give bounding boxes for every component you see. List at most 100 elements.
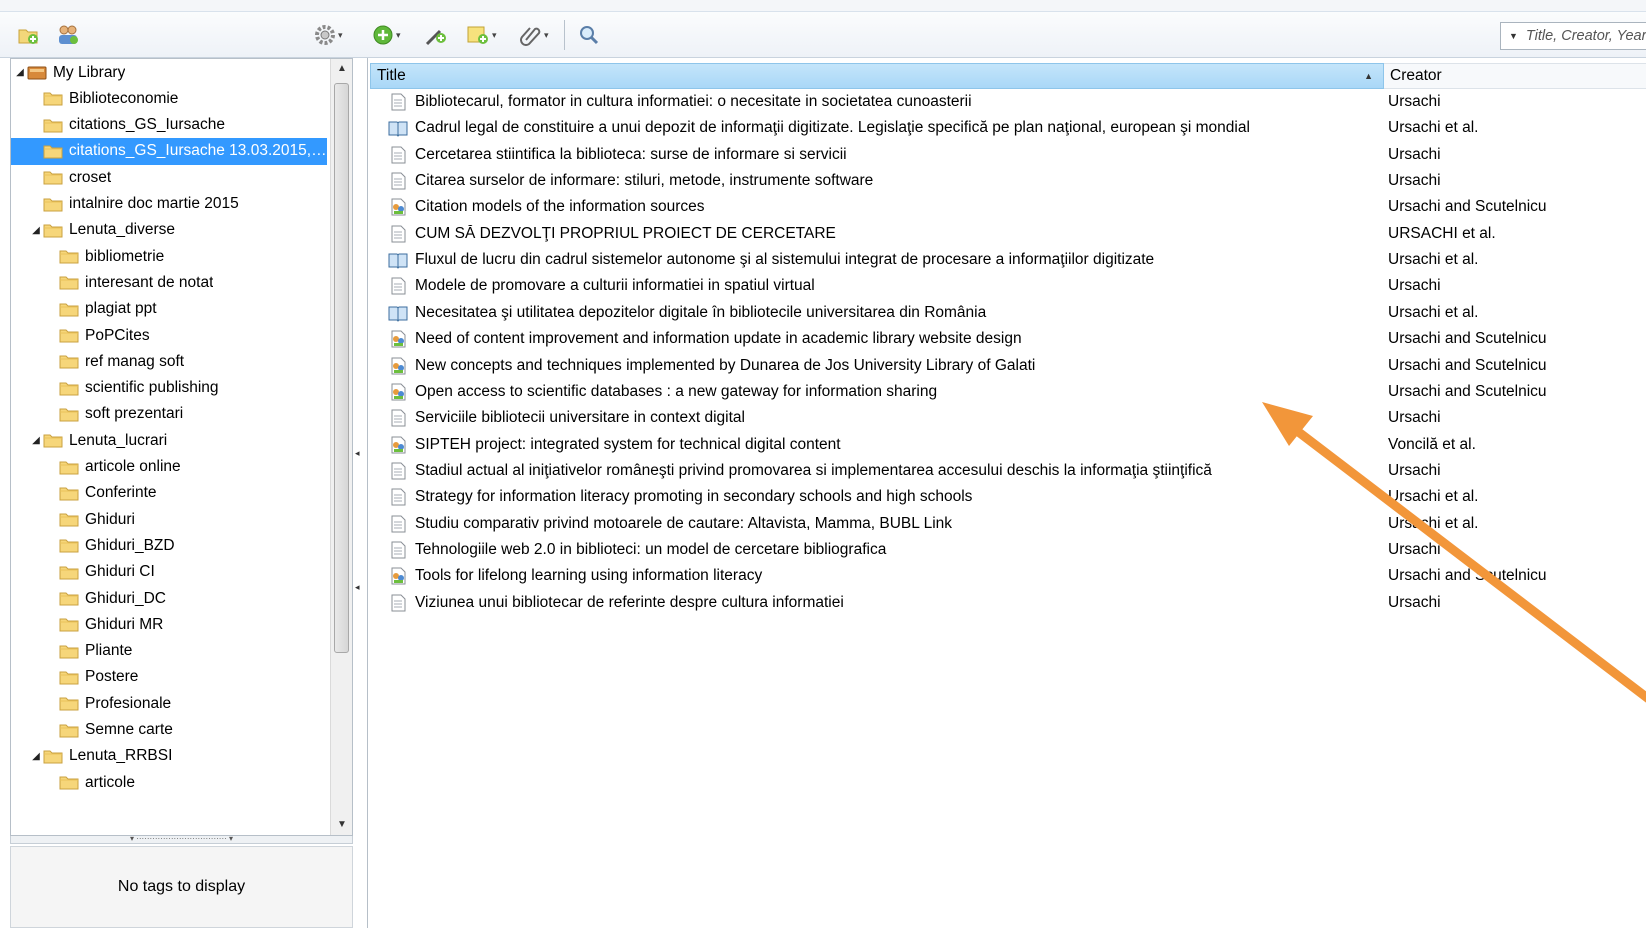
column-header-title[interactable]: Title ▲ [370, 63, 1384, 89]
collection-item[interactable]: Conferinte [11, 480, 327, 507]
item-row[interactable]: Strategy for information literacy promot… [370, 483, 1646, 511]
item-row[interactable]: Open access to scientific databases : a … [370, 378, 1646, 406]
item-creator: URSACHI et al. [1388, 224, 1496, 242]
collection-item[interactable]: Biblioteconomie [11, 85, 327, 112]
collections-pane: ◢ My Library Biblioteconomie citations_GS_I… [10, 58, 353, 836]
item-row[interactable]: Citarea surselor de informare: stiluri, … [370, 167, 1646, 195]
conference-paper-icon [388, 330, 408, 348]
item-creator: Ursachi and Scutelnicu [1388, 198, 1547, 216]
add-attachment-button[interactable]: ▾ [520, 22, 549, 48]
collections-scrollbar[interactable]: ▲ ▼ [330, 59, 352, 835]
item-row[interactable]: Stadiul actual al iniţiativelor româneşt… [370, 457, 1646, 485]
item-row[interactable]: Serviciile bibliotecii universitare in c… [370, 404, 1646, 432]
collection-item[interactable]: croset [11, 164, 327, 191]
item-title: Modele de promovare a culturii informati… [415, 277, 815, 295]
expand-twisty-icon[interactable]: ◢ [29, 751, 43, 762]
scrollbar-thumb[interactable] [334, 83, 349, 653]
collection-item[interactable]: articole online [11, 454, 327, 481]
collection-item[interactable]: intalnire doc martie 2015 [11, 191, 327, 218]
folder-icon [43, 144, 63, 159]
collection-label: Ghiduri_DC [85, 589, 166, 607]
collection-item[interactable]: ◢ Lenuta_lucrari [11, 427, 327, 454]
collection-item[interactable]: Profesionale [11, 690, 327, 717]
actions-menu-button[interactable]: ▾ [314, 22, 343, 48]
item-title: CUM SĂ DEZVOLŢI PROPRIUL PROIECT DE CERC… [415, 224, 836, 242]
item-row[interactable]: Cadrul legal de constituire a unui depoz… [370, 114, 1646, 142]
item-row[interactable]: Necesitatea şi utilitatea depozitelor di… [370, 299, 1646, 327]
item-row[interactable]: New concepts and techniques implemented … [370, 352, 1646, 380]
item-row[interactable]: SIPTEH project: integrated system for te… [370, 431, 1646, 459]
collection-item[interactable]: Postere [11, 664, 327, 691]
collection-item[interactable]: Ghiduri CI [11, 559, 327, 586]
collection-item[interactable]: ◢ My Library [11, 59, 327, 86]
pane-splitter[interactable]: ◂ ◂ [353, 58, 369, 928]
folder-icon [43, 749, 63, 764]
item-creator: Ursachi et al. [1388, 303, 1479, 321]
magic-wand-icon [425, 29, 446, 46]
item-title: Studiu comparativ privind motoarele de c… [415, 514, 953, 532]
item-row[interactable]: Cercetarea stiintifica la biblioteca: su… [370, 141, 1646, 169]
scroll-down-icon[interactable]: ▼ [331, 815, 352, 835]
folder-icon [59, 460, 79, 475]
collection-label: PoPCites [85, 326, 150, 344]
new-collection-icon [18, 29, 38, 44]
item-row[interactable]: Viziunea unui bibliotecar de referinte d… [370, 589, 1646, 617]
folder-icon [59, 617, 79, 632]
collection-item[interactable]: Ghiduri_DC [11, 585, 327, 612]
collection-item[interactable]: Ghiduri [11, 506, 327, 533]
collection-item[interactable]: articole [11, 769, 327, 796]
collection-item[interactable]: Ghiduri_BZD [11, 532, 327, 559]
item-creator: Ursachi [1388, 593, 1441, 611]
item-row[interactable]: Citation models of the information sourc… [370, 193, 1646, 221]
item-row[interactable]: Need of content improvement and informat… [370, 325, 1646, 353]
item-row[interactable]: Fluxul de lucru din cadrul sistemelor au… [370, 246, 1646, 274]
collection-item[interactable]: ref manag soft [11, 348, 327, 375]
column-header-creator[interactable]: Creator [1384, 63, 1646, 89]
collection-item[interactable]: ◢ Lenuta_RRBSI [11, 743, 327, 770]
expand-twisty-icon[interactable]: ◢ [13, 67, 27, 78]
item-row[interactable]: Tehnologiile web 2.0 in biblioteci: un m… [370, 536, 1646, 564]
folder-icon [59, 670, 79, 685]
collection-item[interactable]: bibliometrie [11, 243, 327, 270]
collection-item[interactable]: scientific publishing [11, 375, 327, 402]
collapse-left-icon[interactable]: ◂ [355, 448, 360, 459]
scroll-up-icon[interactable]: ▲ [331, 59, 352, 79]
collapse-left-icon[interactable]: ◂ [355, 582, 360, 593]
new-group-button[interactable] [56, 22, 80, 48]
collection-item[interactable]: citations_GS_Iursache 13.03.2015, ... [11, 137, 327, 165]
expand-twisty-icon[interactable]: ◢ [29, 225, 43, 236]
item-row[interactable]: Tools for lifelong learning using inform… [370, 562, 1646, 590]
item-creator: Ursachi et al. [1388, 251, 1479, 269]
collection-item[interactable]: Ghiduri MR [11, 611, 327, 638]
new-collection-button[interactable] [18, 22, 40, 48]
item-row[interactable]: Bibliotecarul, formator in cultura infor… [370, 88, 1646, 116]
collection-item[interactable]: soft prezentari [11, 401, 327, 428]
item-title: New concepts and techniques implemented … [415, 356, 1036, 374]
collection-item[interactable]: citations_GS_Iursache [11, 112, 327, 139]
folder-icon [59, 486, 79, 501]
collection-label: bibliometrie [85, 247, 165, 265]
collection-item[interactable]: PoPCites [11, 322, 327, 349]
item-creator: Ursachi [1388, 93, 1441, 110]
new-note-button[interactable]: ▾ [466, 22, 497, 48]
advanced-search-button[interactable] [578, 22, 600, 48]
conference-paper-icon [388, 383, 408, 401]
magnifier-icon [580, 26, 599, 45]
add-by-identifier-button[interactable] [424, 22, 448, 48]
item-row[interactable]: Studiu comparativ privind motoarele de c… [370, 510, 1646, 538]
tag-pane-splitter[interactable]: ▾ ·································· ▾ [10, 835, 353, 844]
collection-item[interactable]: Semne carte [11, 717, 327, 744]
conference-paper-icon [388, 198, 408, 216]
collection-item[interactable]: ◢ Lenuta_diverse [11, 217, 327, 244]
collection-item[interactable]: interesant de notat [11, 269, 327, 296]
item-row[interactable]: Modele de promovare a culturii informati… [370, 272, 1646, 300]
search-mode-dropdown-icon[interactable]: ▼ [1509, 31, 1518, 41]
search-input[interactable]: ▼ Title, Creator, Year [1500, 22, 1646, 50]
collection-item[interactable]: plagiat ppt [11, 296, 327, 323]
new-item-button[interactable]: ▾ [372, 22, 401, 48]
note-icon [467, 26, 488, 44]
expand-twisty-icon[interactable]: ◢ [29, 435, 43, 446]
item-row[interactable]: CUM SĂ DEZVOLŢI PROPRIUL PROIECT DE CERC… [370, 220, 1646, 248]
add-icon [373, 25, 393, 45]
collection-item[interactable]: Pliante [11, 638, 327, 665]
